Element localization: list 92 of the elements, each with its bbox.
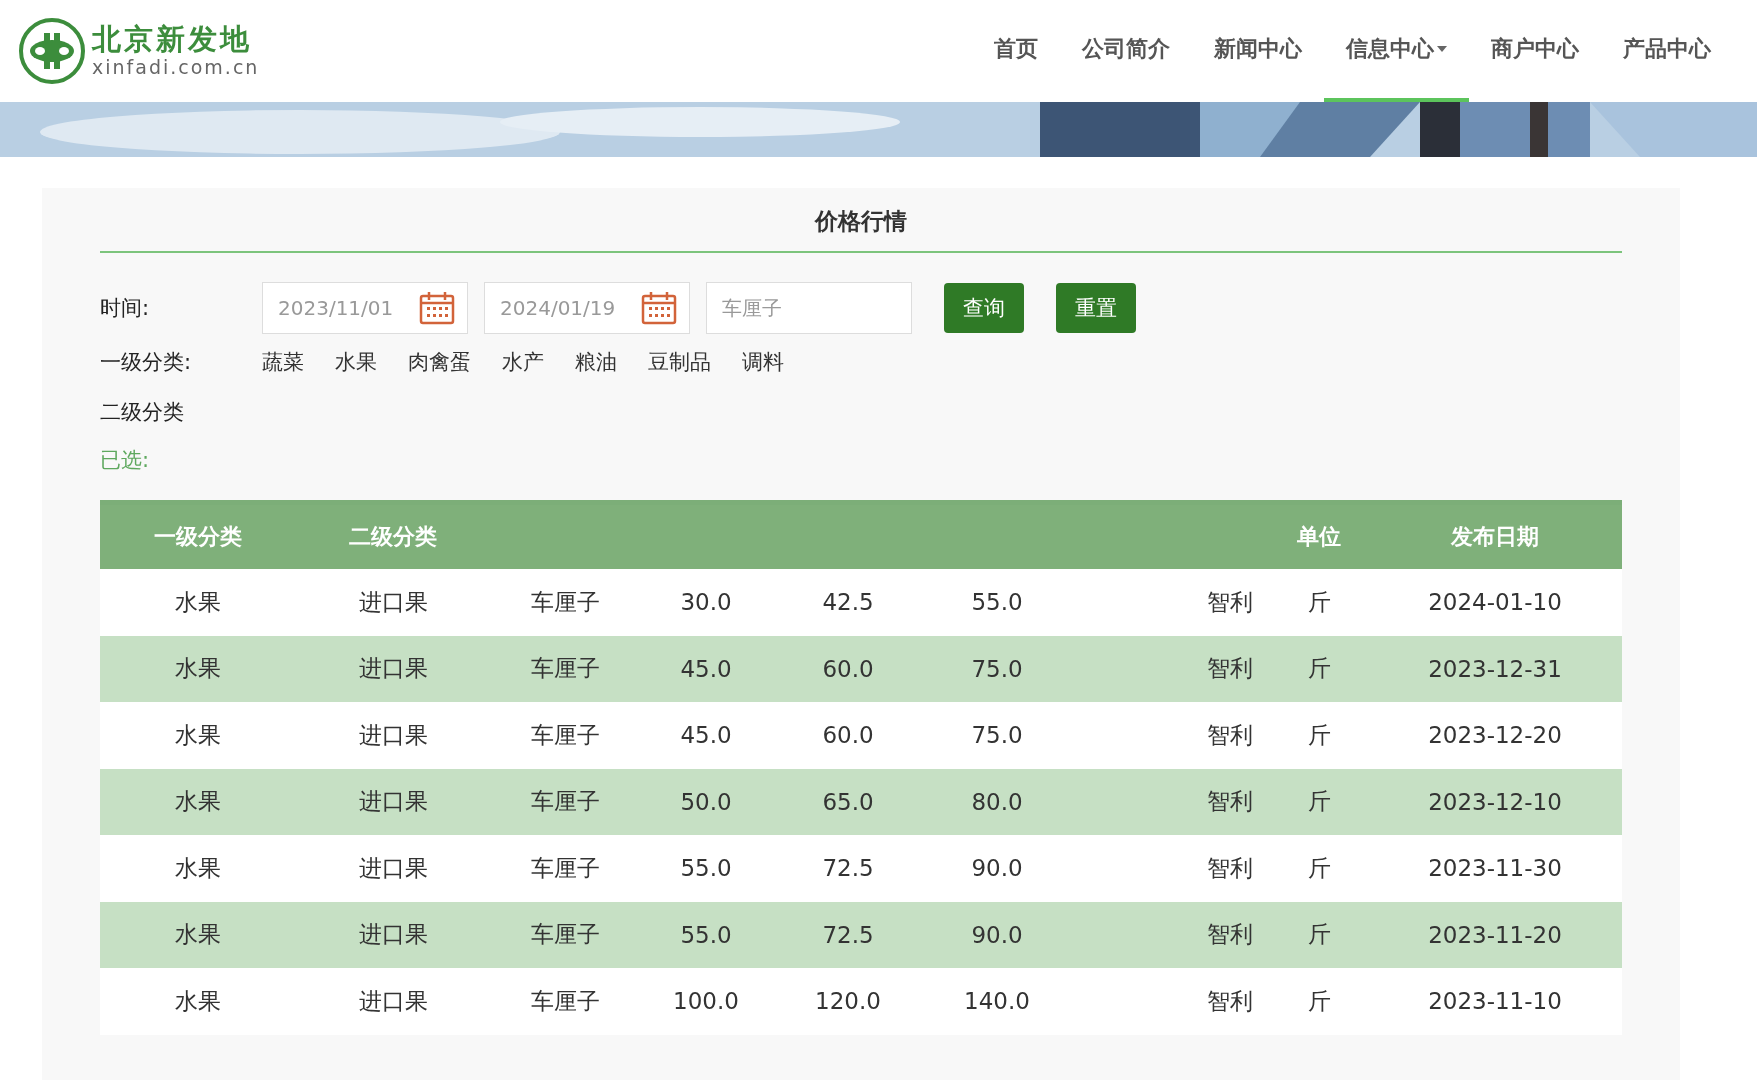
table-cell: 55.0 [680,921,732,948]
table-cell: 车厘子 [530,721,600,748]
action-button[interactable]: 重置 [1056,283,1136,333]
table-cell: 进口果 [358,854,428,881]
panel-title: 价格行情 [100,188,1622,253]
table-cell: 42.5 [822,589,874,616]
table-cell: 2023-11-30 [1428,855,1562,882]
table-cell: 斤 [1307,987,1331,1014]
table-cell: 车厘子 [530,588,600,615]
table-cell: 智利 [1207,788,1253,815]
table-cell: 72.5 [822,921,874,948]
category-link[interactable]: 水果 [335,348,377,376]
table-cell: 2023-11-10 [1428,988,1562,1015]
logo-domain: xinfadi.com.cn [92,58,260,77]
table-cell: 140.0 [964,988,1030,1015]
table-cell: 水果 [175,721,221,748]
table-cell: 2024-01-10 [1428,589,1562,616]
table-cell: 智利 [1207,921,1253,948]
nav-tab[interactable]: 新闻中心 [1192,0,1324,102]
table-cell: 水果 [175,655,221,682]
table-cell: 进口果 [358,588,428,615]
table-cell: 智利 [1207,588,1253,615]
table-cell: 75.0 [971,722,1023,749]
calendar-icon [419,291,455,325]
category-link[interactable]: 调料 [742,348,784,376]
category-link[interactable]: 豆制品 [648,348,711,376]
table-cell: 车厘子 [530,854,600,881]
table-cell: 水果 [175,987,221,1014]
calendar-icon [641,291,677,325]
table-cell: 车厘子 [530,655,600,682]
table-cell: 斤 [1307,854,1331,881]
logo-emblem-icon [18,17,86,85]
table-cell: 2023-11-20 [1428,921,1562,948]
nav-tab[interactable]: 公司简介 [1060,0,1192,102]
table-cell: 水果 [175,921,221,948]
table-cell: 车厘子 [530,788,600,815]
table-cell: 斤 [1307,921,1331,948]
category-link[interactable]: 蔬菜 [262,348,304,376]
table-cell: 进口果 [358,921,428,948]
column-header: 发布日期 [1451,524,1539,549]
table-cell: 智利 [1207,854,1253,881]
table-cell: 斤 [1307,721,1331,748]
table-cell: 65.0 [822,788,874,815]
table-cell: 55.0 [680,855,732,882]
table-cell: 水果 [175,854,221,881]
table-cell: 90.0 [971,921,1023,948]
table-cell: 车厘子 [530,987,600,1014]
table-cell: 90.0 [971,855,1023,882]
table-cell: 智利 [1207,987,1253,1014]
table-cell: 2023-12-31 [1428,655,1562,682]
category-label: 一级分类: [100,349,193,376]
category-link[interactable]: 粮油 [575,348,617,376]
table-cell: 智利 [1207,655,1253,682]
table-cell: 45.0 [680,722,732,749]
logo-title: 北京新发地 [92,25,253,54]
nav-tab[interactable]: 商户中心 [1469,0,1601,102]
keyword-field[interactable]: 车厘子 [706,282,912,334]
table-cell: 80.0 [971,788,1023,815]
nav-tab[interactable]: 首页 [972,0,1060,102]
table-cell: 智利 [1207,721,1253,748]
column-header: 一级分类 [154,524,242,549]
table-cell: 55.0 [971,589,1023,616]
table-cell: 斤 [1307,655,1331,682]
category-link[interactable]: 水产 [502,348,544,376]
category-link[interactable]: 肉禽蛋 [408,348,471,376]
nav-tab[interactable]: 产品中心 [1601,0,1733,102]
table-cell: 60.0 [822,655,874,682]
time-label: 时间: [100,295,151,322]
table-cell: 进口果 [358,987,428,1014]
table-cell: 进口果 [358,655,428,682]
table-cell: 120.0 [815,988,881,1015]
table-cell: 2023-12-20 [1428,722,1562,749]
column-header: 二级分类 [349,524,437,549]
table-cell: 斤 [1307,588,1331,615]
table-cell: 100.0 [673,988,739,1015]
table-cell: 45.0 [680,655,732,682]
action-button[interactable]: 查询 [944,283,1024,333]
table-cell: 水果 [175,788,221,815]
selected-label: 已选: [100,447,150,474]
table-cell: 60.0 [822,722,874,749]
subcategory-label: 二级分类 [100,399,184,426]
table-cell: 水果 [175,588,221,615]
table-cell: 75.0 [971,655,1023,682]
table-cell: 2023-12-10 [1428,788,1562,815]
table-cell: 72.5 [822,855,874,882]
table-cell: 斤 [1307,788,1331,815]
column-header: 单位 [1297,524,1341,549]
table-cell: 进口果 [358,721,428,748]
table-cell: 车厘子 [530,921,600,948]
table-cell: 30.0 [680,589,732,616]
table-cell: 进口果 [358,788,428,815]
table-cell: 50.0 [680,788,732,815]
